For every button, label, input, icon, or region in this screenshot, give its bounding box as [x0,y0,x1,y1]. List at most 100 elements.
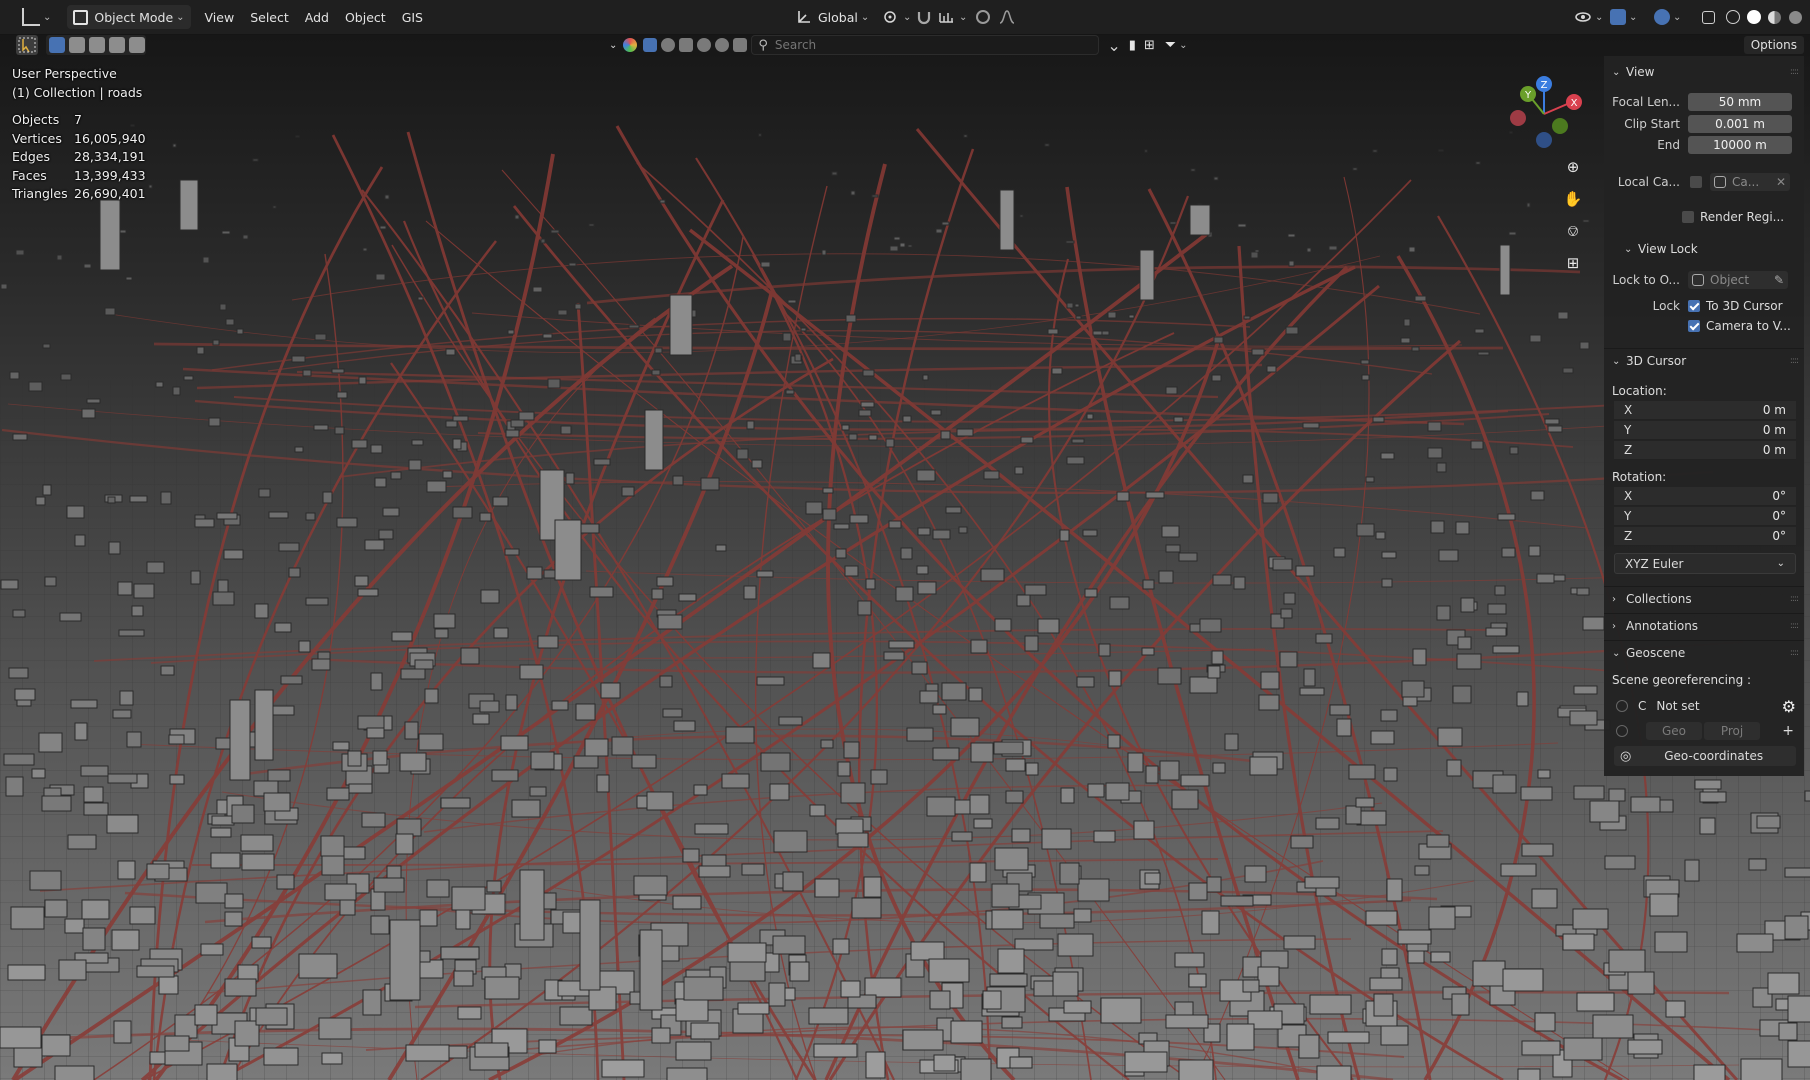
transform-orientation-selector[interactable]: Global ⌄ [790,5,875,29]
cursor-rotation-x-field[interactable]: X 0° [1614,487,1796,506]
building-block [1014,466,1024,475]
neg-x-axis-handle[interactable] [1510,110,1526,126]
navigation-gizmo[interactable]: Z X Y [1500,74,1590,154]
select-new-icon[interactable] [49,37,65,53]
snap-target-button[interactable]: ⌄ [932,5,973,29]
3d-viewport[interactable] [0,0,1810,1080]
building-block [970,639,988,654]
drag-grip-icon[interactable]: :::: [1790,356,1799,366]
cursor-location-y-field[interactable]: Y 0 m [1614,421,1796,440]
grid-perspective-icon: ⊞ [1566,254,1580,272]
section-annotations-header[interactable]: › Annotations:::: [1604,613,1804,638]
building-block [1299,687,1325,696]
search-field[interactable]: ⚲ [751,35,1100,55]
hierarchy-icon[interactable]: ⊞ [1144,38,1155,53]
drag-grip-icon[interactable]: :::: [1790,594,1799,604]
local-camera-checkbox[interactable] [1690,176,1702,188]
lock-to-object-field[interactable]: Object ✎ [1688,271,1788,289]
building-block [1260,671,1280,690]
select-invert-icon[interactable] [109,37,125,53]
camera-view-button[interactable]: ⎊ [1560,218,1586,244]
gizmo-toggle-button[interactable]: ⌄ [1604,5,1643,29]
mesh-filter-icon[interactable] [661,38,676,52]
building-block [136,965,175,978]
building-block [67,834,97,850]
options-button[interactable]: Options [1743,36,1804,54]
shading-rendered-button[interactable] [1783,5,1808,29]
object-filter-icon[interactable] [643,38,658,52]
sync-selection-icon[interactable]: ⌄ [1107,36,1120,55]
tower-building [254,689,274,761]
section-view-header[interactable]: ⌄ View:::: [1604,60,1804,84]
focal-length-field[interactable]: 50 mm [1688,93,1792,111]
chevron-down-icon[interactable]: ⌄ [1179,40,1187,51]
overlays-toggle-button[interactable]: ⌄ [1648,5,1687,29]
building-block [860,401,875,408]
section-geoscene-header[interactable]: ⌄ Geoscene:::: [1604,640,1804,665]
clip-end-field[interactable]: 10000 m [1688,136,1792,154]
section-view-lock-header[interactable]: ⌄ View Lock [1616,237,1804,261]
plus-icon[interactable]: + [1782,723,1794,739]
eyedropper-icon[interactable]: ✎ [1774,273,1784,287]
menu-object[interactable]: Object [337,5,394,29]
mode-selector[interactable]: Object Mode ⌄ [67,5,191,29]
cursor-location-x-field[interactable]: X 0 m [1614,401,1796,420]
bookmark-icon[interactable]: ▮ [1129,38,1136,53]
building-block [31,768,46,779]
proj-button[interactable]: Proj [1704,722,1760,740]
drag-grip-icon[interactable]: :::: [1790,621,1799,631]
section-3d-cursor-header[interactable]: ⌄ 3D Cursor:::: [1604,348,1804,373]
menu-view[interactable]: View [197,5,243,29]
menu-select[interactable]: Select [242,5,297,29]
drag-grip-icon[interactable]: :::: [1790,648,1799,658]
pan-button[interactable]: ✋ [1560,186,1586,212]
search-input[interactable] [772,37,1077,53]
to-3d-cursor-checkbox[interactable] [1688,300,1700,312]
close-icon[interactable]: ✕ [1776,175,1786,189]
select-extend-icon[interactable] [69,37,85,53]
select-tool-button[interactable] [16,35,38,55]
select-intersect-icon[interactable] [129,37,145,53]
scene-color-icon[interactable] [623,38,638,52]
chevron-down-icon: ⌄ [1612,66,1621,78]
building-block [1494,585,1506,596]
editor-type-button[interactable]: ⌄ [16,5,57,29]
local-camera-field[interactable]: Ca... ✕ [1710,173,1790,191]
clip-start-field[interactable]: 0.001 m [1688,115,1792,133]
geo-coordinates-button[interactable]: ◎ Geo-coordinates [1614,746,1796,766]
cursor-location-z-field[interactable]: Z 0 m [1614,441,1796,460]
building-block [690,1022,720,1040]
menu-gis[interactable]: GIS [394,5,431,29]
neg-z-axis-handle[interactable] [1536,132,1552,148]
light-filter-icon[interactable] [697,38,712,52]
building-block [1128,314,1135,319]
cursor-rotation-z-field[interactable]: Z 0° [1614,527,1796,546]
xray-toggle-button[interactable] [1696,5,1721,29]
filter-funnel-icon[interactable]: ⏷ [1165,37,1176,53]
crs-radio-icon[interactable] [1616,700,1628,712]
cursor-rotation-y-field[interactable]: Y 0° [1614,507,1796,526]
menu-add[interactable]: Add [297,5,337,29]
render-region-checkbox[interactable] [1682,211,1694,223]
other-filter-icon[interactable] [733,38,748,52]
chevron-down-icon[interactable]: ⌄ [609,40,617,51]
neg-y-axis-handle[interactable] [1552,118,1568,134]
rotation-mode-dropdown[interactable]: XYZ Euler ⌄ [1614,553,1796,574]
geo-radio-icon[interactable] [1616,725,1628,737]
object-mode-icon [73,9,89,25]
select-subtract-icon[interactable] [89,37,105,53]
zoom-button[interactable]: ⊕ [1560,154,1586,180]
camera-to-view-checkbox[interactable] [1688,320,1700,332]
building-block [935,228,943,234]
drag-grip-icon[interactable]: :::: [1790,67,1799,77]
building-block [146,561,165,574]
building-block [1206,876,1222,893]
ortho-toggle-button[interactable]: ⊞ [1560,250,1586,276]
geo-button[interactable]: Geo [1646,722,1702,740]
world-filter-icon[interactable] [715,38,730,52]
falloff-button[interactable] [992,5,1022,29]
gear-icon[interactable]: ⚙ [1782,697,1796,716]
section-collections-header[interactable]: › Collections:::: [1604,586,1804,611]
camera-filter-icon[interactable] [679,38,694,52]
axis-value: 0 m [1762,423,1786,437]
